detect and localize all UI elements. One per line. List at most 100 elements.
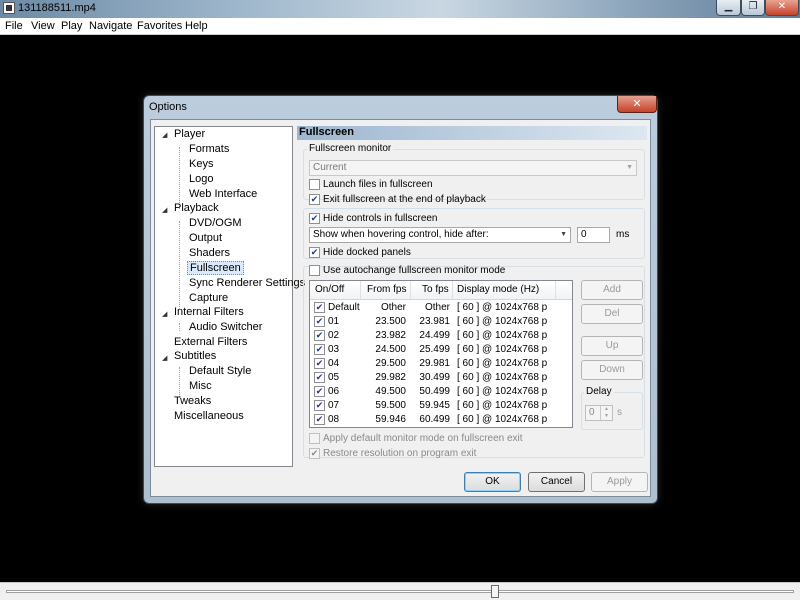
check-icon[interactable]: ✔ (314, 330, 325, 341)
column-separator[interactable] (555, 281, 556, 299)
checkbox-box (309, 433, 320, 444)
cancel-button[interactable]: Cancel (528, 472, 585, 492)
list-header: On/Off From fps To fps Display mode (Hz) (310, 281, 572, 300)
column-separator[interactable] (410, 281, 411, 299)
check-icon[interactable]: ✔ (314, 400, 325, 411)
tree-item-internal-filters[interactable]: Internal Filters (174, 306, 244, 318)
display-mode-list[interactable]: On/Off From fps To fps Display mode (Hz)… (309, 280, 573, 428)
row-to-fps: 29.981 (419, 358, 450, 369)
tree-item-fullscreen[interactable]: Fullscreen (187, 261, 244, 275)
menu-play[interactable]: Play (61, 20, 82, 32)
hide-delay-input[interactable]: 0 (577, 227, 610, 243)
row-to-fps: 23.981 (419, 316, 450, 327)
hide-controls-checkbox[interactable]: ✔ Hide controls in fullscreen (309, 212, 438, 225)
tree-item-player[interactable]: Player (174, 128, 205, 140)
table-row[interactable]: ✔ 01 23.500 23.981 [ 60 ] @ 1024x768 p (310, 315, 572, 329)
tree-item-formats[interactable]: Formats (189, 143, 229, 155)
spin-up-icon[interactable]: ▲ (600, 406, 612, 413)
move-down-button[interactable]: Down (581, 360, 643, 380)
row-to-fps: 24.499 (419, 330, 450, 341)
seek-thumb[interactable] (490, 585, 499, 598)
table-row[interactable]: ✔ 04 29.500 29.981 [ 60 ] @ 1024x768 p (310, 357, 572, 371)
minimize-button[interactable]: ▁ (716, 0, 741, 16)
move-up-button[interactable]: Up (581, 336, 643, 356)
collapse-arrow-icon[interactable]: ◢ (162, 206, 167, 214)
tree-item-keys[interactable]: Keys (189, 158, 213, 170)
apply-button[interactable]: Apply (591, 472, 648, 492)
column-header-from-fps[interactable]: From fps (367, 284, 406, 295)
check-icon[interactable]: ✔ (314, 372, 325, 383)
tree-item-tweaks[interactable]: Tweaks (174, 395, 211, 407)
tree-item-shaders[interactable]: Shaders (189, 247, 230, 259)
restore-resolution-checkbox[interactable]: ✔ Restore resolution on program exit (309, 447, 476, 460)
spin-down-icon[interactable]: ▼ (600, 413, 612, 420)
check-icon[interactable]: ✔ (314, 302, 325, 313)
tree-item-misc[interactable]: Misc (189, 380, 212, 392)
tree-item-audio-switcher[interactable]: Audio Switcher (189, 321, 262, 333)
menu-favorites[interactable]: Favorites (137, 20, 182, 32)
menu-view[interactable]: View (31, 20, 55, 32)
tree-item-external-filters[interactable]: External Filters (174, 336, 247, 348)
check-icon[interactable]: ✔ (314, 344, 325, 355)
check-icon[interactable]: ✔ (314, 316, 325, 327)
exit-fullscreen-checkbox[interactable]: ✔ Exit fullscreen at the end of playback (309, 193, 486, 206)
tree-item-web-interface[interactable]: Web Interface (189, 188, 257, 200)
monitor-select[interactable]: Current ▼ (309, 160, 637, 176)
tree-item-logo[interactable]: Logo (189, 173, 213, 185)
hide-docked-checkbox[interactable]: ✔ Hide docked panels (309, 246, 411, 259)
hide-mode-value: Show when hovering control, hide after: (313, 229, 489, 240)
launch-fullscreen-checkbox[interactable]: Launch files in fullscreen (309, 178, 433, 191)
collapse-arrow-icon[interactable]: ◢ (162, 354, 167, 362)
row-to-fps: 50.499 (419, 386, 450, 397)
dialog-close-button[interactable]: ✕ (617, 96, 657, 113)
tree-guide (179, 323, 180, 331)
column-header-onoff[interactable]: On/Off (315, 284, 344, 295)
window-close-button[interactable]: ✕ (765, 0, 799, 16)
table-row[interactable]: ✔ Default Other Other [ 60 ] @ 1024x768 p (310, 301, 572, 315)
tree-item-default-style[interactable]: Default Style (189, 365, 251, 377)
collapse-arrow-icon[interactable]: ◢ (162, 310, 167, 318)
column-separator[interactable] (360, 281, 361, 299)
menu-navigate[interactable]: Navigate (89, 20, 132, 32)
autochange-checkbox[interactable]: Use autochange fullscreen monitor mode (309, 264, 505, 277)
check-icon: ✔ (309, 448, 320, 459)
delay-unit: s (617, 407, 622, 418)
tree-item-playback[interactable]: Playback (174, 202, 219, 214)
tree-item-output[interactable]: Output (189, 232, 222, 244)
menu-file[interactable]: File (5, 20, 23, 32)
hide-mode-select[interactable]: Show when hovering control, hide after: … (309, 227, 571, 243)
table-row[interactable]: ✔ 03 24.500 25.499 [ 60 ] @ 1024x768 p (310, 343, 572, 357)
tree-item-capture[interactable]: Capture (189, 292, 228, 304)
row-from-fps: 59.500 (375, 400, 406, 411)
tree-item-dvd-ogm[interactable]: DVD/OGM (189, 217, 242, 229)
check-icon[interactable]: ✔ (314, 414, 325, 425)
seek-track[interactable] (6, 590, 794, 593)
table-row[interactable]: ✔ 05 29.982 30.499 [ 60 ] @ 1024x768 p (310, 371, 572, 385)
maximize-button[interactable]: ❐ (741, 0, 765, 16)
seek-bar[interactable] (0, 582, 800, 600)
tree-item-miscellaneous[interactable]: Miscellaneous (174, 410, 244, 422)
delay-spinner[interactable]: 0 ▲ ▼ (585, 405, 613, 421)
table-row[interactable]: ✔ 08 59.946 60.499 [ 60 ] @ 1024x768 p (310, 413, 572, 427)
menu-help[interactable]: Help (185, 20, 208, 32)
apply-default-mode-checkbox[interactable]: Apply default monitor mode on fullscreen… (309, 432, 523, 445)
apply-default-mode-label: Apply default monitor mode on fullscreen… (323, 433, 523, 444)
row-to-fps: 60.499 (419, 414, 450, 425)
table-row[interactable]: ✔ 07 59.500 59.945 [ 60 ] @ 1024x768 p (310, 399, 572, 413)
tree-item-subtitles[interactable]: Subtitles (174, 350, 216, 362)
delete-button[interactable]: Del (581, 304, 643, 324)
tree-item-sync-renderer[interactable]: Sync Renderer Settings (189, 277, 305, 289)
column-header-display-mode[interactable]: Display mode (Hz) (457, 284, 539, 295)
column-separator[interactable] (452, 281, 453, 299)
table-row[interactable]: ✔ 06 49.500 50.499 [ 60 ] @ 1024x768 p (310, 385, 572, 399)
column-header-to-fps[interactable]: To fps (422, 284, 449, 295)
ok-button[interactable]: OK (464, 472, 521, 492)
hide-delay-unit: ms (616, 229, 630, 240)
collapse-arrow-icon[interactable]: ◢ (162, 131, 167, 139)
table-row[interactable]: ✔ 02 23.982 24.499 [ 60 ] @ 1024x768 p (310, 329, 572, 343)
check-icon[interactable]: ✔ (314, 358, 325, 369)
check-icon[interactable]: ✔ (314, 386, 325, 397)
add-button[interactable]: Add (581, 280, 643, 300)
options-tree[interactable]: ◢ Player Formats Keys Logo Web Interface… (154, 126, 305, 467)
delay-value: 0 (589, 407, 595, 418)
